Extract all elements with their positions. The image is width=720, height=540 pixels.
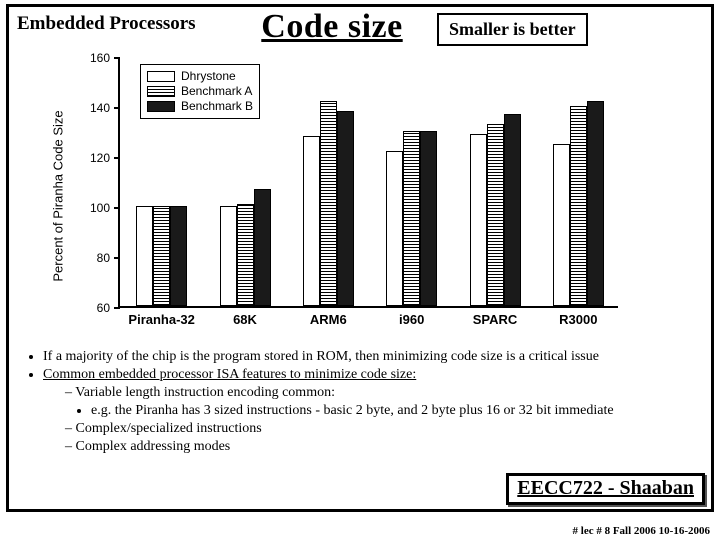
y-tick [114,157,120,159]
bullet-text: Common embedded processor ISA features t… [43,367,416,382]
bullet-list: If a majority of the chip is the program… [9,348,711,455]
x-tick-label: ARM6 [310,312,347,327]
list-item: Variable length instruction encoding com… [65,384,701,420]
list-item: Complex addressing modes [65,438,701,456]
header-row: Embedded Processors Code size Smaller is… [9,7,711,46]
bar [470,134,487,307]
legend: Dhrystone Benchmark A Benchmark B [140,64,260,119]
slide-frame: Embedded Processors Code size Smaller is… [6,4,714,512]
header-left: Embedded Processors [17,9,227,35]
bar [320,101,337,306]
y-tick-label: 140 [90,101,110,115]
plot-area: Dhrystone Benchmark A Benchmark B 608010… [118,58,618,308]
x-tick-label: 68K [233,312,257,327]
legend-swatch-icon [147,101,175,112]
y-axis-label: Percent of Piranha Code Size [51,110,66,281]
footer-text: # lec # 8 Fall 2006 10-16-2006 [0,525,720,537]
y-tick [114,107,120,109]
bar [504,114,521,307]
legend-label: Benchmark B [181,99,253,114]
x-tick-label: SPARC [473,312,518,327]
y-tick [114,57,120,59]
bar [136,206,153,306]
header-title-wrap: Code size [237,9,427,45]
legend-swatch-icon [147,71,175,82]
legend-swatch-icon [147,86,175,97]
list-item: e.g. the Piranha has 3 sized instruction… [91,402,701,420]
bullet-text: Complex addressing modes [76,439,231,454]
legend-item: Dhrystone [147,69,253,84]
page-title: Code size [261,8,402,45]
x-tick-label: R3000 [559,312,597,327]
bar [553,144,570,307]
bullet-text: Variable length instruction encoding com… [75,385,335,400]
y-tick-label: 100 [90,201,110,215]
bar [587,101,604,306]
bar [237,204,254,307]
bar [220,206,237,306]
bar [570,106,587,306]
bar [303,136,320,306]
y-tick-label: 60 [97,301,110,315]
bullet-text: If a majority of the chip is the program… [43,349,599,364]
bar [254,189,271,307]
bar [386,151,403,306]
list-item: Common embedded processor ISA features t… [43,366,701,456]
list-item: Complex/specialized instructions [65,420,701,438]
y-tick-label: 160 [90,51,110,65]
chart: Percent of Piranha Code Size Dhrystone B… [80,50,640,342]
y-tick [114,257,120,259]
legend-label: Benchmark A [181,84,252,99]
course-box: EECC722 - Shaaban [506,473,705,505]
bar [337,111,354,306]
bar [403,131,420,306]
y-tick [114,207,120,209]
list-item: If a majority of the chip is the program… [43,348,701,366]
x-tick-label: Piranha-32 [128,312,194,327]
bullet-text: e.g. the Piranha has 3 sized instruction… [91,403,614,418]
bullet-text: Complex/specialized instructions [76,421,262,436]
bar [170,206,187,306]
header-note-box: Smaller is better [437,13,588,46]
y-tick [114,307,120,309]
legend-label: Dhrystone [181,69,236,84]
bar [153,206,170,306]
bar [420,131,437,306]
legend-item: Benchmark A [147,84,253,99]
y-tick-label: 80 [97,251,110,265]
x-tick-label: i960 [399,312,424,327]
legend-item: Benchmark B [147,99,253,114]
bar [487,124,504,307]
y-tick-label: 120 [90,151,110,165]
